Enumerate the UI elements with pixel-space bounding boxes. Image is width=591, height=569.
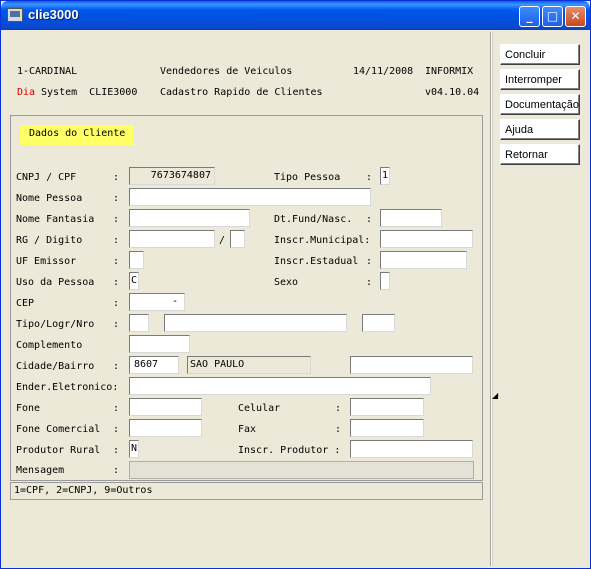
produtor-rural-field[interactable]: N xyxy=(129,440,139,458)
rg-label: RG / Digito xyxy=(16,235,83,246)
rg-digito-field[interactable] xyxy=(230,230,245,248)
celular-field[interactable] xyxy=(350,398,424,416)
dt-fund-field[interactable] xyxy=(380,209,442,227)
cnpj-field[interactable]: 7673674807 xyxy=(129,167,215,185)
screen-title: Cadastro Rapido de Clientes xyxy=(160,87,323,98)
inscr-municipal-field[interactable] xyxy=(380,230,473,248)
cidade-codigo-field[interactable]: 8607 xyxy=(129,356,179,374)
logradouro-field[interactable] xyxy=(164,314,347,332)
system-title: Vendedores de Veiculos xyxy=(160,66,293,77)
cep-label: CEP xyxy=(16,298,35,309)
ender-eletronico-field[interactable] xyxy=(129,377,431,395)
colon: : xyxy=(113,172,120,183)
complemento-label: Complemento xyxy=(16,340,83,351)
program-name: System CLIE3000 xyxy=(35,87,138,98)
inscr-produtor-field[interactable] xyxy=(350,440,473,458)
nome-fantasia-label: Nome Fantasia xyxy=(16,214,95,225)
cnpj-label: CNPJ / CPF xyxy=(16,172,77,183)
splitter[interactable] xyxy=(491,32,493,566)
maximize-button[interactable]: □ xyxy=(542,6,563,27)
tipo-pessoa-field[interactable]: 1 xyxy=(380,167,390,185)
sexo-field[interactable] xyxy=(380,272,390,290)
tipo-logr-label: Tipo/Logr/Nro xyxy=(16,319,95,330)
inscr-municipal-label: Inscr.Municipal: xyxy=(274,235,371,246)
produtor-rural-label: Produtor Rural xyxy=(16,445,101,456)
concluir-button[interactable]: Concluir xyxy=(500,44,580,65)
fax-label: Fax xyxy=(238,424,257,435)
colon: : xyxy=(335,403,342,414)
colon: : xyxy=(113,319,120,330)
inscr-estadual-label: Inscr.Estadual xyxy=(274,256,359,267)
ajuda-button[interactable]: Ajuda xyxy=(500,119,580,140)
nome-fantasia-field[interactable] xyxy=(129,209,250,227)
colon: : xyxy=(366,277,373,288)
status-bar: 1=CPF, 2=CNPJ, 9=Outros xyxy=(10,482,483,500)
numero-field[interactable] xyxy=(362,314,395,332)
dt-fund-label: Dt.Fund/Nasc. xyxy=(274,214,353,225)
header-date: 14/11/2008 xyxy=(353,66,414,77)
window-title: clie3000 xyxy=(28,7,79,22)
version: v04.10.04 xyxy=(425,87,480,98)
fone-comercial-label: Fone Comercial xyxy=(16,424,101,435)
resize-grip-icon[interactable]: ◢ xyxy=(492,392,498,400)
cidade-nome-field: SAO PAULO xyxy=(187,356,311,374)
uso-pessoa-field[interactable]: C xyxy=(129,272,139,290)
colon: : xyxy=(113,277,120,288)
title-bar[interactable]: clie3000 _ □ ✕ xyxy=(1,1,590,30)
colon: : xyxy=(113,235,120,246)
tipo-pessoa-label: Tipo Pessoa xyxy=(274,172,341,183)
colon: : xyxy=(113,214,120,225)
minimize-button[interactable]: _ xyxy=(519,6,540,27)
fone-field[interactable] xyxy=(129,398,202,416)
database-name: INFORMIX xyxy=(425,66,474,77)
colon: : xyxy=(113,298,120,309)
rg-separator: / xyxy=(219,235,226,246)
panel-title: Dados do Cliente xyxy=(20,125,134,145)
uf-emissor-label: UF Emissor xyxy=(16,256,77,267)
close-button[interactable]: ✕ xyxy=(565,6,586,27)
sexo-label: Sexo xyxy=(274,277,299,288)
complemento-field[interactable] xyxy=(129,335,190,353)
app-window-icon[interactable] xyxy=(7,8,23,22)
mensagem-label: Mensagem xyxy=(16,465,65,476)
colon: : xyxy=(335,424,342,435)
cep-field[interactable]: - xyxy=(129,293,185,311)
colon: : xyxy=(113,465,120,476)
retornar-button[interactable]: Retornar xyxy=(500,144,580,165)
colon: : xyxy=(113,403,120,414)
fax-field[interactable] xyxy=(350,419,424,437)
app-window: clie3000 _ □ ✕ 1-CARDINAL Vendedores de … xyxy=(0,0,591,569)
nome-pessoa-field[interactable] xyxy=(129,188,371,206)
bairro-field[interactable] xyxy=(350,356,473,374)
colon: : xyxy=(113,256,120,267)
inscr-estadual-field[interactable] xyxy=(380,251,467,269)
colon: : xyxy=(113,193,120,204)
dia-logo-text: Dia xyxy=(17,87,36,98)
colon: : xyxy=(366,256,373,267)
colon: : xyxy=(113,424,120,435)
cidade-bairro-label: Cidade/Bairro xyxy=(16,361,95,372)
uso-pessoa-label: Uso da Pessoa xyxy=(16,277,95,288)
rg-field[interactable] xyxy=(129,230,215,248)
fone-comercial-field[interactable] xyxy=(129,419,202,437)
colon: : xyxy=(366,172,373,183)
celular-label: Celular xyxy=(238,403,281,414)
uf-emissor-field[interactable] xyxy=(129,251,144,269)
interromper-button[interactable]: Interromper xyxy=(500,69,580,90)
colon: : xyxy=(366,214,373,225)
company-name: 1-CARDINAL xyxy=(17,66,78,77)
colon: : xyxy=(113,361,120,372)
tipo-logradouro-field[interactable] xyxy=(129,314,149,332)
documentacao-button[interactable]: Documentação xyxy=(500,94,580,115)
mensagem-field xyxy=(129,461,474,479)
inscr-produtor-label: Inscr. Produtor : xyxy=(238,445,341,456)
fone-label: Fone xyxy=(16,403,41,414)
nome-pessoa-label: Nome Pessoa xyxy=(16,193,83,204)
colon: : xyxy=(113,445,120,456)
ender-eletronico-label: Ender.Eletronico: xyxy=(16,382,119,393)
